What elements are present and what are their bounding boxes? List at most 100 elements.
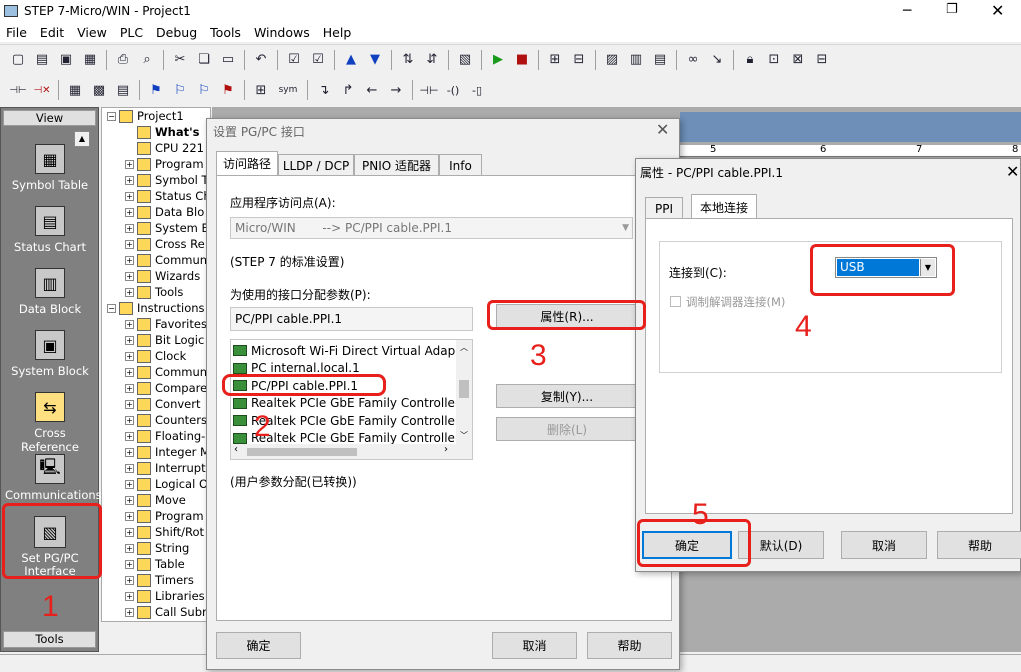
copy-icon[interactable]: ❏ [193,49,215,71]
scroll-thumb[interactable] [459,380,469,398]
save-icon[interactable]: ▣ [55,49,77,71]
properties-help-button[interactable]: 帮助 [937,531,1021,559]
nav-footer[interactable]: Tools [3,631,96,648]
expand-icon[interactable]: + [125,191,134,201]
expand-icon[interactable]: + [125,527,134,537]
chart-status-icon[interactable]: ▨ [601,49,623,71]
single-read-icon[interactable]: ▥ [625,49,647,71]
tree-item[interactable]: + Interrupt [125,460,206,476]
tab-lldp-dcp[interactable]: LLDP / DCP [278,154,354,176]
delete-button[interactable]: 删除(L) [496,417,638,441]
access-point-select[interactable]: Micro/WIN --> PC/PPI cable.PPI.1 ▼ [230,217,633,239]
list-item[interactable]: Microsoft Wi-Fi Direct Virtual Adap [231,342,472,360]
expand-icon[interactable]: + [125,239,134,249]
tree-item[interactable]: + Timers [125,572,194,588]
nav-system-block[interactable]: ▣ System Block [5,330,95,378]
tree-item[interactable]: +CPU 221 [125,140,204,156]
tree-item[interactable]: + Communi [125,364,210,380]
write-all-icon[interactable]: ▤ [649,49,671,71]
tab-ppi[interactable]: PPI [645,197,683,219]
program-status-icon[interactable]: ⊞ [544,49,566,71]
stl-view-icon[interactable]: ▤ [112,79,134,101]
ladder-view-icon[interactable]: ▦ [64,79,86,101]
lock-icon[interactable]: 🔒︎ [739,49,761,71]
open-icon[interactable]: ▤ [31,49,53,71]
line-right-icon[interactable]: → [385,79,407,101]
pgpc-cancel-button[interactable]: 取消 [492,632,577,659]
expand-icon[interactable]: + [125,447,134,457]
remove-bookmarks-icon[interactable]: ⚑ [217,79,239,101]
expand-icon[interactable]: + [125,319,134,329]
undo-icon[interactable]: ↶ [250,49,272,71]
nav-data-block[interactable]: ▥ Data Block [5,268,95,316]
tree-item[interactable]: + Program [125,156,204,172]
tree-item[interactable]: + Wizards [125,268,200,284]
new-icon[interactable]: ▢ [7,49,29,71]
expand-icon[interactable]: + [125,335,134,345]
tree-item[interactable]: + Integer M [125,444,210,460]
unforce-icon[interactable]: ⊠ [787,49,809,71]
next-bookmark-icon[interactable]: ⚐ [169,79,191,101]
nav-header[interactable]: View [3,110,96,126]
delete-network-icon[interactable]: ⊣✕ [31,79,53,101]
symbolic-addressing-icon[interactable]: sym [274,79,302,101]
expand-icon[interactable]: + [125,511,134,521]
minimize-icon[interactable]: ─ [903,3,911,19]
expand-icon[interactable]: − [107,303,116,313]
tree-item[interactable]: + Symbol T [125,172,209,188]
tree-item[interactable]: + Counters [125,412,207,428]
insert-network-icon[interactable]: ⊣⊢ [7,79,29,101]
tree-item[interactable]: + Bit Logic [125,332,204,348]
tree-item[interactable]: + Cross Re [125,236,205,252]
expand-icon[interactable]: + [125,255,134,265]
options-icon[interactable]: ▧ [454,49,476,71]
toggle-poe-icon[interactable]: ⊞ [250,79,272,101]
tree-item[interactable]: + Clock [125,348,186,364]
paste-icon[interactable]: ▭ [217,49,239,71]
print-preview-icon[interactable]: ⌕ [136,49,158,71]
restore-icon[interactable]: ❐ [946,2,958,17]
tree-item[interactable]: + Status Ch [125,188,211,204]
line-down-icon[interactable]: ↴ [313,79,335,101]
menu-windows[interactable]: Windows [254,25,310,40]
expand-icon[interactable]: − [107,111,116,121]
menu-edit[interactable]: Edit [40,25,64,40]
scroll-right-icon[interactable]: › [444,444,448,455]
menu-help[interactable]: Help [323,25,352,40]
tab-access-path[interactable]: 访问路径 [216,151,278,175]
download-icon[interactable]: ▼ [364,49,386,71]
print-icon[interactable]: ⎙ [112,49,134,71]
sort-asc-icon[interactable]: ⇅ [397,49,419,71]
expand-icon[interactable]: + [125,591,134,601]
tree-item[interactable]: + Convert [125,396,200,412]
expand-icon[interactable]: + [125,223,134,233]
param-field[interactable]: PC/PPI cable.PPI.1 [230,307,473,331]
run-icon[interactable]: ▶ [487,49,509,71]
tree-item[interactable]: + Call Subr [125,604,207,620]
expand-icon[interactable]: + [125,207,134,217]
expand-icon[interactable]: + [125,575,134,585]
tree-item[interactable]: + System B [125,220,209,236]
expand-icon[interactable]: + [125,383,134,393]
menu-debug[interactable]: Debug [156,25,197,40]
scroll-up-icon[interactable]: ︿ [460,342,468,353]
properties-cancel-button[interactable]: 取消 [841,531,927,559]
nav-cross-reference[interactable]: ⇆ Cross Reference [5,392,95,454]
expand-icon[interactable]: + [125,351,134,361]
expand-icon[interactable]: + [125,175,134,185]
expand-icon[interactable]: + [125,287,134,297]
tree-item[interactable]: − Instructions [107,300,205,316]
menu-plc[interactable]: PLC [120,25,143,40]
expand-icon[interactable]: + [125,431,134,441]
properties-close-icon[interactable]: ✕ [1006,162,1019,181]
tree-item[interactable]: + Table [125,556,185,572]
nav-status-chart[interactable]: ▤ Status Chart [5,206,95,254]
tree-item[interactable]: − Project1 [107,108,184,124]
save-all-icon[interactable]: ▦ [79,49,101,71]
expand-icon[interactable]: + [125,495,134,505]
expand-icon[interactable]: + [125,415,134,425]
tree-item[interactable]: + Tools [125,284,183,300]
tree-item[interactable]: + Program [125,508,204,524]
tree-item[interactable]: + Shift/Rot [125,524,204,540]
expand-icon[interactable]: + [125,159,134,169]
